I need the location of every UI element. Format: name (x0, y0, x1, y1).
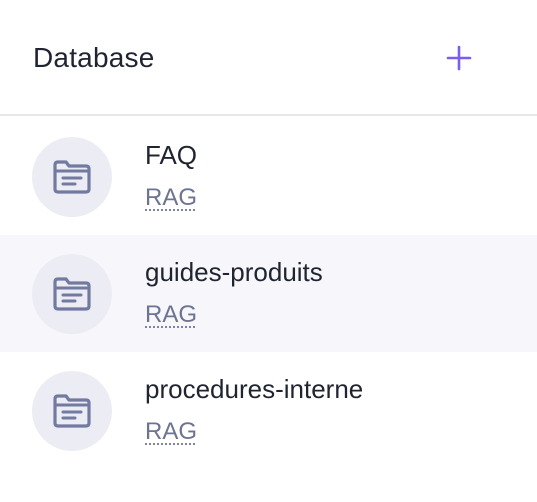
folder-icon (53, 160, 91, 194)
avatar (32, 254, 112, 334)
list-item-guides-produits[interactable]: guides-produits RAG (0, 235, 537, 352)
folder-icon (53, 277, 91, 311)
item-name: guides-produits (145, 257, 323, 287)
item-type-label: RAG (145, 301, 198, 328)
plus-icon (446, 45, 472, 71)
list-item-procedures-interne[interactable]: procedures-interne RAG (0, 352, 537, 469)
database-panel: Database FAQ RAG guides-produits RAG pro… (0, 0, 537, 502)
folder-icon (53, 394, 91, 428)
panel-header: Database (0, 0, 537, 116)
add-database-button[interactable] (439, 38, 479, 78)
list-item-faq[interactable]: FAQ RAG (0, 118, 537, 235)
avatar (32, 137, 112, 217)
avatar (32, 371, 112, 451)
item-name: FAQ (145, 140, 198, 170)
item-type-label: RAG (145, 184, 198, 211)
item-name: procedures-interne (145, 374, 364, 404)
item-type-label: RAG (145, 418, 198, 445)
database-list: FAQ RAG guides-produits RAG procedures-i… (0, 118, 537, 469)
page-title: Database (33, 42, 155, 73)
